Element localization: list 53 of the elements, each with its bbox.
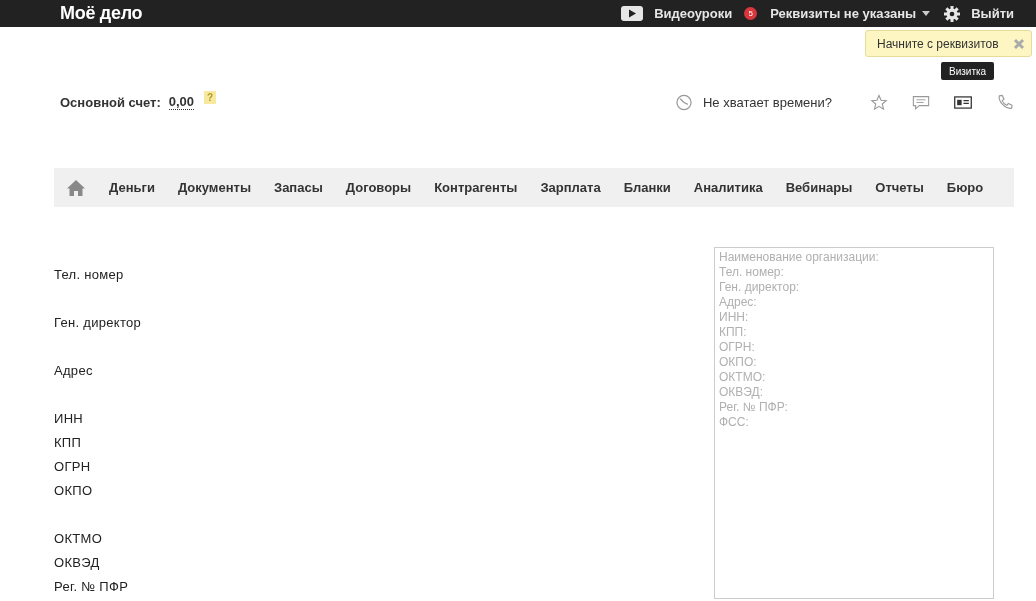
placeholder-line: Рег. № ПФР: (719, 400, 789, 415)
nav-tab[interactable]: Деньги (109, 180, 155, 195)
nav-tab[interactable]: Бланки (623, 180, 671, 195)
field-label: Рег. № ПФР (54, 578, 130, 596)
requisites-menu[interactable]: Реквизиты не указаны (770, 6, 917, 21)
video-play-icon[interactable] (621, 6, 644, 21)
hint-text: Начните с реквизитов (877, 36, 999, 51)
settings-icon[interactable] (944, 5, 961, 22)
video-lessons-link[interactable]: Видеоуроки (654, 6, 733, 21)
tooltip: Визитка (941, 62, 995, 80)
notification-badge: 5 (744, 7, 758, 20)
placeholder-line: Адрес: (719, 295, 758, 310)
logo[interactable]: Моё дело (60, 3, 143, 24)
business-card-icon[interactable] (954, 93, 972, 111)
field-label: ОГРН (54, 458, 92, 476)
field-label: Тел. номер (54, 266, 125, 284)
placeholder-line: ОКВЭД: (719, 385, 764, 400)
nav-tab[interactable]: Вебинары (785, 180, 853, 195)
chat-icon[interactable] (912, 93, 930, 111)
nav-tab[interactable]: Бюро (946, 180, 984, 195)
nav-tab[interactable]: Отчеты (875, 180, 924, 195)
nav-tab[interactable]: Зарплата (540, 180, 601, 195)
nav-tab[interactable]: Запасы (274, 180, 323, 195)
field-label: ОКПО (54, 482, 94, 500)
close-icon[interactable] (1013, 37, 1025, 50)
logout-link[interactable]: Выйти (971, 6, 1014, 21)
placeholder-line: ОКПО: (719, 355, 758, 370)
nav-tab[interactable]: Договоры (345, 180, 412, 195)
star-icon[interactable] (870, 93, 888, 111)
clock-icon (674, 93, 693, 111)
nav-tab[interactable]: Документы (177, 180, 251, 195)
nav-tab[interactable]: Контрагенты (434, 180, 518, 195)
phone-icon[interactable] (996, 93, 1014, 111)
placeholder-line: Тел. номер: (719, 265, 785, 280)
field-label: Ген. директор (54, 314, 142, 332)
field-label: ИНН (54, 410, 85, 428)
placeholder-line: Ген. директор: (719, 280, 801, 295)
placeholder-line: ОКТМО: (719, 370, 767, 385)
placeholder-line: ОГРН: (719, 340, 756, 355)
account-amount[interactable]: 0,00 (168, 94, 195, 110)
placeholder-line: Наименование организации: (719, 250, 880, 265)
nav-tab[interactable]: Аналитика (693, 180, 763, 195)
field-label: ОКТМО (54, 530, 104, 548)
field-label: ОКВЭД (54, 554, 101, 572)
account-label: Основной счет: (60, 94, 161, 110)
field-label: Адрес (54, 362, 94, 380)
placeholder-line: ФСС: (719, 415, 750, 430)
home-icon[interactable] (66, 178, 86, 197)
caret-icon (922, 11, 931, 16)
placeholder-line: ИНН: (719, 310, 750, 325)
placeholder-line: КПП: (719, 325, 748, 340)
field-label: КПП (54, 434, 83, 452)
time-link[interactable]: Не хватает времени? (702, 94, 832, 110)
